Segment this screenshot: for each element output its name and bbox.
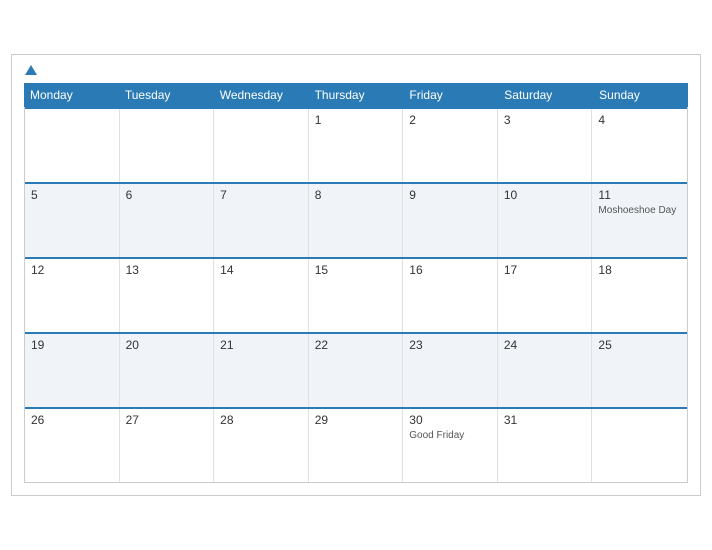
day-number: 16 xyxy=(409,263,491,277)
logo-triangle-icon xyxy=(25,65,37,75)
day-headers-row: MondayTuesdayWednesdayThursdayFridaySatu… xyxy=(24,83,688,107)
calendar-header xyxy=(24,65,688,75)
day-cell: 5 xyxy=(25,184,120,257)
day-cell xyxy=(214,109,309,182)
day-header-thursday: Thursday xyxy=(309,83,404,107)
day-cell: 24 xyxy=(498,334,593,407)
day-number: 12 xyxy=(31,263,113,277)
week-row-2: 12 13 14 15 16 17 18 xyxy=(25,257,687,332)
day-number: 19 xyxy=(31,338,113,352)
day-cell: 8 xyxy=(309,184,404,257)
day-cell: 4 xyxy=(592,109,687,182)
day-cell: 2 xyxy=(403,109,498,182)
day-number: 21 xyxy=(220,338,302,352)
day-number: 1 xyxy=(315,113,397,127)
day-cell: 25 xyxy=(592,334,687,407)
day-number: 29 xyxy=(315,413,397,427)
day-cell: 3 xyxy=(498,109,593,182)
day-cell: 12 xyxy=(25,259,120,332)
day-header-sunday: Sunday xyxy=(593,83,688,107)
day-number: 20 xyxy=(126,338,208,352)
day-number: 13 xyxy=(126,263,208,277)
holiday-text: Good Friday xyxy=(409,430,491,441)
day-number: 7 xyxy=(220,188,302,202)
calendar-grid: 1234567891011Moshoeshoe Day1213141516171… xyxy=(24,107,688,483)
day-header-tuesday: Tuesday xyxy=(119,83,214,107)
day-cell: 13 xyxy=(120,259,215,332)
day-number: 8 xyxy=(315,188,397,202)
day-number: 24 xyxy=(504,338,586,352)
day-number: 18 xyxy=(598,263,681,277)
day-cell: 23 xyxy=(403,334,498,407)
day-cell: 11 Moshoeshoe Day xyxy=(592,184,687,257)
holiday-text: Moshoeshoe Day xyxy=(598,205,681,216)
calendar-container: MondayTuesdayWednesdayThursdayFridaySatu… xyxy=(11,54,701,496)
day-cell: 6 xyxy=(120,184,215,257)
day-number: 10 xyxy=(504,188,586,202)
day-cell: 28 xyxy=(214,409,309,482)
day-number: 5 xyxy=(31,188,113,202)
day-number: 3 xyxy=(504,113,586,127)
day-number: 28 xyxy=(220,413,302,427)
day-number: 27 xyxy=(126,413,208,427)
day-number: 9 xyxy=(409,188,491,202)
day-header-friday: Friday xyxy=(403,83,498,107)
day-cell: 14 xyxy=(214,259,309,332)
day-number: 22 xyxy=(315,338,397,352)
week-row-3: 19 20 21 22 23 24 25 xyxy=(25,332,687,407)
day-number: 25 xyxy=(598,338,681,352)
day-cell: 21 xyxy=(214,334,309,407)
day-cell: 15 xyxy=(309,259,404,332)
day-cell: 7 xyxy=(214,184,309,257)
day-cell: 26 xyxy=(25,409,120,482)
day-cell xyxy=(592,409,687,482)
week-row-1: 56789 10 11 Moshoeshoe Day xyxy=(25,182,687,257)
week-row-0: 1234 xyxy=(25,107,687,182)
day-cell: 30 Good Friday xyxy=(403,409,498,482)
day-number: 23 xyxy=(409,338,491,352)
week-row-4: 26 27 28 29 30 Good Friday 31 xyxy=(25,407,687,482)
day-cell xyxy=(25,109,120,182)
day-number: 11 xyxy=(598,188,681,202)
day-cell: 17 xyxy=(498,259,593,332)
day-number: 2 xyxy=(409,113,491,127)
day-cell: 22 xyxy=(309,334,404,407)
day-cell xyxy=(120,109,215,182)
day-cell: 20 xyxy=(120,334,215,407)
day-number: 26 xyxy=(31,413,113,427)
day-number: 14 xyxy=(220,263,302,277)
day-cell: 27 xyxy=(120,409,215,482)
day-number: 15 xyxy=(315,263,397,277)
day-number: 6 xyxy=(126,188,208,202)
logo xyxy=(24,65,39,75)
day-cell: 31 xyxy=(498,409,593,482)
day-cell: 16 xyxy=(403,259,498,332)
day-cell: 29 xyxy=(309,409,404,482)
day-cell: 10 xyxy=(498,184,593,257)
day-number: 30 xyxy=(409,413,491,427)
day-cell: 19 xyxy=(25,334,120,407)
day-cell: 9 xyxy=(403,184,498,257)
day-number: 17 xyxy=(504,263,586,277)
day-number: 31 xyxy=(504,413,586,427)
day-header-monday: Monday xyxy=(24,83,119,107)
day-number: 4 xyxy=(598,113,681,127)
day-cell: 1 xyxy=(309,109,404,182)
day-cell: 18 xyxy=(592,259,687,332)
day-header-saturday: Saturday xyxy=(498,83,593,107)
day-header-wednesday: Wednesday xyxy=(214,83,309,107)
